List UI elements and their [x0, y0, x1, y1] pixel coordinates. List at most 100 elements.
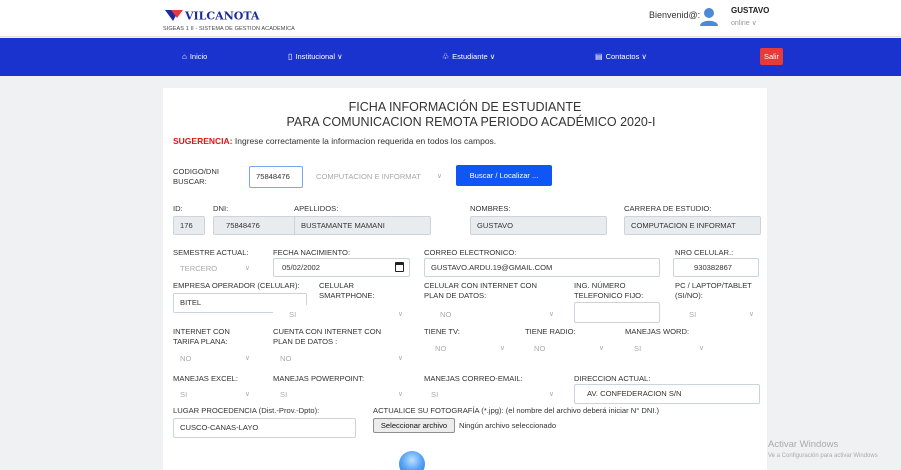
logout-button[interactable]: Salir	[760, 48, 783, 65]
pc-label-2: (SI/NO):	[675, 291, 703, 300]
cuenta-select[interactable]: NO ∨	[273, 349, 410, 368]
cuenta-label: CUENTA CON INTERNET CON PLAN DE DATOS :	[273, 327, 381, 347]
foto-label: ACTUALICE SU FOTOGRAFÍA (*.jpg): (el nom…	[373, 406, 660, 415]
telefono-fijo-input[interactable]	[574, 302, 660, 323]
excel-select[interactable]: SI ∨	[173, 385, 257, 404]
email-value: SI	[431, 390, 439, 399]
hint-text: SUGERENCIA: Ingrese correctamente la inf…	[173, 136, 496, 146]
dni-label: DNI:	[213, 204, 229, 213]
chevron-down-icon: ∨	[548, 391, 554, 398]
nav-institucional[interactable]: ▯ Institucional ∨	[288, 52, 343, 61]
nombres-field: GUSTAVO	[470, 216, 607, 235]
word-label: MANEJAS WORD:	[625, 327, 690, 336]
user-avatar-icon[interactable]	[698, 5, 720, 27]
celinternet-label-2: PLAN DE DATOS:	[424, 291, 487, 300]
career-search-select[interactable]: COMPUTACION E INFORMAT ∨	[309, 166, 449, 187]
cuenta-value: NO	[280, 354, 292, 363]
vilcanota-logo[interactable]: VILCANOTA	[163, 7, 267, 24]
semestre-label: SEMESTRE ACTUAL:	[173, 248, 249, 257]
excel-value: SI	[180, 390, 188, 399]
internet-label-1: INTERNET CON	[173, 327, 230, 336]
word-value: SI	[634, 344, 642, 353]
pc-select[interactable]: SI ∨	[673, 305, 761, 324]
excel-label: MANEJAS EXCEL:	[173, 374, 238, 383]
tv-select[interactable]: NO ∨	[424, 339, 512, 358]
lugar-input[interactable]: CUSCO-CANAS-LAYO	[173, 418, 356, 438]
form-title: FICHA INFORMACIÓN DE ESTUDIANTE	[348, 100, 582, 114]
search-label-line2: BUSCAR:	[173, 177, 207, 186]
career-search-value: COMPUTACION E INFORMAT	[316, 172, 421, 181]
telefono-fijo-label-1: ING. NÚMERO	[574, 281, 626, 290]
carrera-field: COMPUTACION E INFORMAT	[624, 216, 761, 235]
file-select-button[interactable]: Seleccionar archivo	[373, 418, 455, 433]
dni-search-input[interactable]: 75848476	[249, 166, 303, 188]
semestre-select[interactable]: TERCERO ∨	[173, 259, 257, 278]
word-select[interactable]: SI ∨	[625, 339, 711, 358]
chevron-down-icon: ∨	[748, 311, 754, 318]
fecha-label: FECHA NACIMIENTO:	[273, 248, 351, 257]
hint-label: SUGERENCIA:	[173, 136, 233, 146]
internet-select[interactable]: NO ∨	[173, 349, 257, 368]
powerpoint-value: SI	[280, 390, 288, 399]
direccion-input[interactable]: AV. CONFEDERACION S/N	[574, 384, 760, 404]
smartphone-value: SI	[289, 310, 297, 319]
internet-label: INTERNET CON TARIFA PLANA:	[173, 327, 230, 347]
chevron-down-icon: ∨	[548, 311, 554, 318]
home-icon: ⌂	[182, 52, 187, 61]
celinternet-select[interactable]: NO ∨	[424, 305, 561, 324]
student-icon: ♧	[442, 52, 450, 61]
building-icon: ▯	[288, 52, 293, 61]
search-label: CODIGO/DNI BUSCAR:	[173, 167, 219, 187]
search-button[interactable]: Buscar / Localizar ...	[456, 165, 552, 186]
nav-contactos-label: Contactos ∨	[605, 52, 647, 61]
chevron-down-icon: ∨	[598, 345, 604, 352]
file-status: Ningún archivo seleccionado	[459, 421, 557, 430]
chevron-down-icon: ∨	[397, 311, 403, 318]
id-label: ID:	[173, 204, 183, 213]
radio-value: NO	[534, 344, 546, 353]
chevron-down-icon: ∨	[244, 265, 250, 272]
pc-value: SI	[689, 310, 697, 319]
nombres-label: NOMBRES:	[470, 204, 511, 213]
top-header: VILCANOTA SIGEAS 1 II - SISTEMA DE GESTI…	[0, 0, 901, 37]
id-field: 176	[173, 216, 205, 235]
apellidos-field: BUSTAMANTE MAMANI	[294, 216, 431, 235]
nav-institucional-label: Institucional ∨	[295, 52, 343, 61]
tv-label: TIENE TV:	[424, 327, 460, 336]
powerpoint-select[interactable]: SI ∨	[273, 385, 410, 404]
correo-input[interactable]: GUSTAVO.ARDU.19@GMAIL.COM	[424, 258, 660, 277]
internet-label-2: TARIFA PLANA:	[173, 337, 228, 346]
nav-estudiante[interactable]: ♧ Estudiante ∨	[442, 52, 495, 61]
main-navbar: ⌂ Inicio ▯ Institucional ∨ ♧ Estudiante …	[0, 38, 901, 76]
pc-label-1: PC / LAPTOP/TABLET	[675, 281, 752, 290]
semestre-value: TERCERO	[180, 264, 218, 273]
nav-inicio[interactable]: ⌂ Inicio	[182, 52, 207, 61]
fecha-input[interactable]: 05/02/2002	[273, 258, 410, 277]
chevron-down-icon: ∨	[436, 173, 442, 180]
nav-contactos[interactable]: ▤ Contactos ∨	[595, 52, 647, 61]
pc-label: PC / LAPTOP/TABLET (SI/NO):	[675, 281, 752, 301]
carrera-label: CARRERA DE ESTUDIO:	[624, 204, 712, 213]
apellidos-label: APELLIDOS:	[294, 204, 339, 213]
correo-label: CORREO ELECTRONICO:	[424, 248, 517, 257]
smartphone-select[interactable]: SI ∨	[273, 305, 410, 324]
welcome-text: Bienvenid@:	[649, 10, 701, 20]
calendar-icon[interactable]	[395, 262, 404, 272]
contact-icon: ▤	[595, 52, 603, 61]
radio-label: TIENE RADIO:	[525, 327, 576, 336]
email-select[interactable]: SI ∨	[424, 385, 561, 404]
online-status[interactable]: online ∨	[731, 19, 757, 27]
celinternet-value: NO	[440, 310, 452, 319]
celinternet-label-1: CELULAR CON INTERNET CON	[424, 281, 537, 290]
radio-select[interactable]: NO ∨	[525, 339, 611, 358]
celular-label: NRO CELULAR.:	[675, 248, 734, 257]
telefono-fijo-label-2: TELEFONICO FIJO:	[574, 291, 644, 300]
smartphone-label-2: SMARTPHONE:	[319, 291, 375, 300]
username[interactable]: GUSTAVO	[731, 6, 769, 15]
windows-activation-title: Activar Windows	[768, 439, 839, 450]
smartphone-label-1: CELULAR	[319, 281, 355, 290]
celular-input[interactable]: 930382867	[673, 258, 759, 277]
chevron-down-icon: ∨	[244, 391, 250, 398]
cuenta-label-2: PLAN DE DATOS :	[273, 337, 338, 346]
system-subtitle: SIGEAS 1 II - SISTEMA DE GESTION ACADEMI…	[163, 26, 295, 32]
